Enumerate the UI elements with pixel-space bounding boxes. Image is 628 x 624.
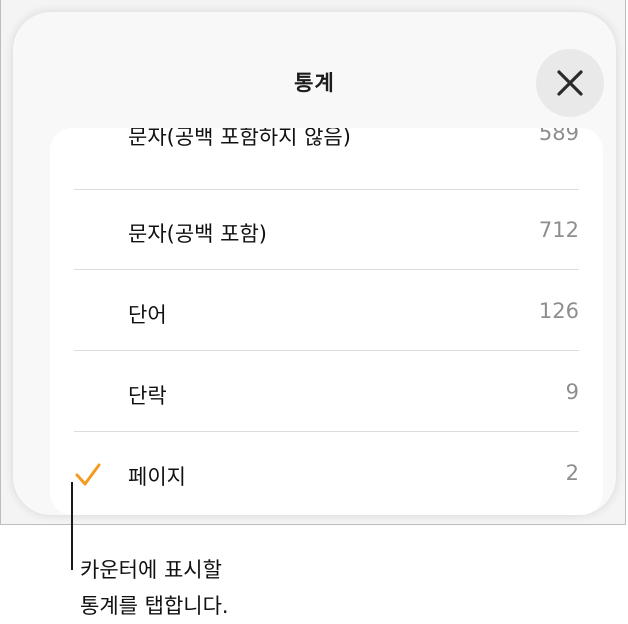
close-button[interactable] [536, 49, 604, 117]
stat-value: 126 [538, 299, 579, 323]
stat-label: 단어 [128, 303, 167, 327]
stat-label: 문자(공백 포함하지 않음) [128, 128, 351, 149]
stat-label: 문자(공백 포함) [128, 222, 267, 246]
callout-text: 카운터에 표시할 통계를 탭합니다. [80, 552, 229, 624]
divider [74, 350, 579, 351]
list-item[interactable]: 단어 126 [50, 271, 603, 351]
stat-value: 589 [538, 128, 579, 145]
stat-label: 페이지 [128, 465, 186, 489]
divider [74, 431, 579, 432]
stat-value: 712 [538, 218, 579, 242]
list-item[interactable]: 페이지 2 [50, 433, 603, 513]
stat-value: 9 [565, 380, 579, 404]
callout-line-2: 통계를 탭합니다. [80, 594, 229, 618]
checkmark-icon [75, 463, 101, 486]
list-item[interactable]: 단락 9 [50, 352, 603, 432]
callout-line-1: 카운터에 표시할 [80, 558, 222, 582]
sheet-title: 통계 [294, 71, 335, 95]
close-icon [557, 70, 583, 96]
stat-label: 단락 [128, 384, 167, 408]
screenshot-frame: 통계 문자(공백 포함하지 않음) 589 문자(공백 포함) 712 단어 1… [0, 0, 626, 525]
divider [74, 269, 579, 270]
statistics-list: 문자(공백 포함하지 않음) 589 문자(공백 포함) 712 단어 126 … [50, 128, 603, 515]
list-item[interactable]: 문자(공백 포함) 712 [50, 190, 603, 270]
statistics-sheet: 통계 문자(공백 포함하지 않음) 589 문자(공백 포함) 712 단어 1… [13, 12, 616, 515]
callout-leader-line [71, 482, 73, 570]
stat-value: 2 [565, 461, 579, 485]
list-item[interactable]: 문자(공백 포함하지 않음) 589 [50, 128, 603, 190]
